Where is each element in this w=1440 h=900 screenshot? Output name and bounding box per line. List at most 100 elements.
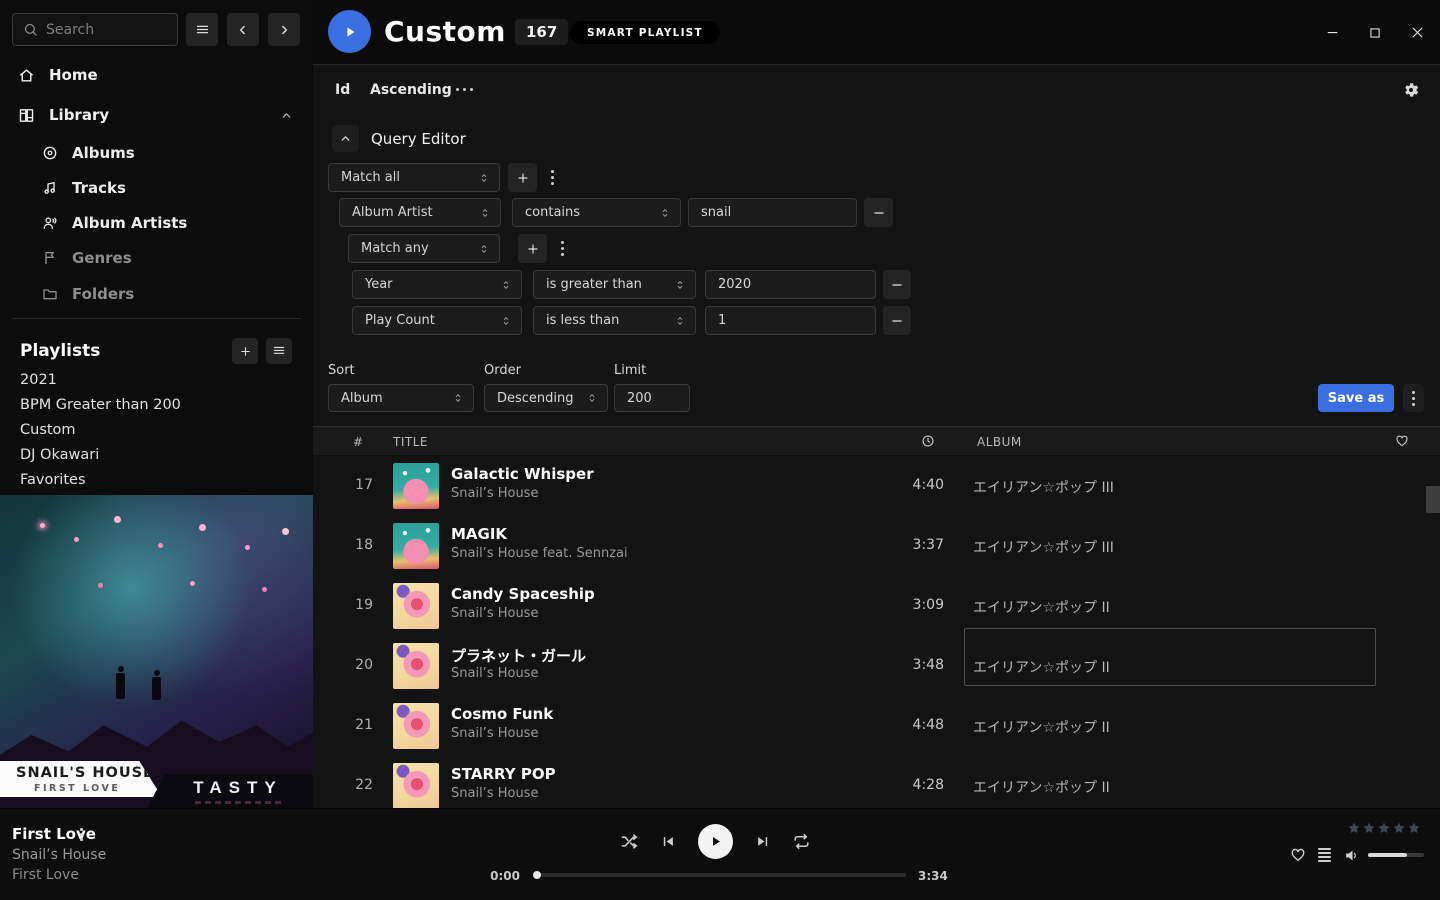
sort-direction-button[interactable]: Ascending <box>370 82 452 98</box>
rule-operator-select[interactable]: contains <box>512 198 681 227</box>
track-row[interactable]: 21 Cosmo Funk Snail’s House 4:48 エイリアン☆ポ… <box>313 696 1440 756</box>
volume-slider[interactable] <box>1368 853 1424 857</box>
add-rule-button[interactable] <box>518 234 547 263</box>
playlist-item[interactable]: BPM Greater than 200 <box>20 397 181 413</box>
track-album[interactable]: エイリアン☆ポップ II <box>973 777 1110 797</box>
sidebar-item-library[interactable]: Library <box>18 106 109 124</box>
now-playing-album[interactable]: First Love <box>12 867 79 883</box>
rule-value-input[interactable] <box>688 198 857 227</box>
maximize-button[interactable] <box>1366 24 1383 41</box>
track-number: 21 <box>341 717 373 733</box>
rule-value-input[interactable] <box>705 306 876 335</box>
query-editor-collapse-button[interactable] <box>332 125 359 152</box>
remove-rule-button[interactable] <box>883 306 911 335</box>
chevron-up-icon[interactable] <box>280 109 293 122</box>
next-track-icon[interactable] <box>755 834 770 849</box>
play-pause-button[interactable] <box>698 824 733 859</box>
sort-field-button[interactable]: Id <box>335 82 350 98</box>
playlist-item[interactable]: Favorites <box>20 472 86 488</box>
rule-operator-select[interactable]: is less than <box>533 306 696 335</box>
playlist-item[interactable]: 2021 <box>20 372 57 388</box>
flag-icon <box>42 250 58 266</box>
minimize-button[interactable] <box>1324 24 1341 41</box>
track-album[interactable]: エイリアン☆ポップ III <box>973 537 1114 557</box>
scrollbar-thumb[interactable] <box>1426 486 1440 513</box>
select-value: Year <box>365 277 393 292</box>
seek-knob[interactable] <box>533 871 541 879</box>
chevron-up-icon <box>339 132 352 145</box>
track-row[interactable]: 22 STARRY POP Snail’s House 4:28 エイリアン☆ポ… <box>313 756 1440 808</box>
shuffle-icon[interactable] <box>620 832 639 851</box>
gear-icon[interactable] <box>1402 81 1420 99</box>
star-icon <box>1377 821 1391 835</box>
previous-track-icon[interactable] <box>661 834 676 849</box>
save-as-button[interactable]: Save as <box>1318 384 1394 412</box>
order-select[interactable]: Descending <box>484 384 608 412</box>
group-menu-icon[interactable] <box>545 163 559 192</box>
track-album[interactable]: エイリアン☆ポップ II <box>973 597 1110 617</box>
column-number[interactable]: # <box>353 435 364 449</box>
remove-rule-button[interactable] <box>883 270 911 299</box>
rule-field-select[interactable]: Year <box>352 270 522 299</box>
sidebar-item-albums[interactable]: Albums <box>42 144 135 162</box>
nav-forward-button[interactable] <box>268 13 300 46</box>
sidebar-item-label: Album Artists <box>72 214 187 232</box>
track-row[interactable]: 18 MAGIK Snail’s House feat. Sennzai 3:3… <box>313 516 1440 576</box>
favorite-heart-icon[interactable] <box>1290 847 1306 863</box>
now-playing-artist[interactable]: Snail’s House <box>12 847 106 863</box>
sort-select[interactable]: Album <box>328 384 474 412</box>
seek-slider[interactable] <box>535 873 906 877</box>
sidebar-item-genres[interactable]: Genres <box>42 249 132 267</box>
sidebar-item-folders[interactable]: Folders <box>42 285 134 303</box>
track-row[interactable]: 17 Galactic Whisper Snail’s House 4:40 エ… <box>313 456 1440 516</box>
rule-field-select[interactable]: Play Count <box>352 306 522 335</box>
column-title[interactable]: TITLE <box>393 435 428 449</box>
rating-stars[interactable] <box>1347 821 1421 835</box>
add-rule-button[interactable] <box>508 163 537 192</box>
nav-back-button[interactable] <box>227 13 259 46</box>
play-playlist-button[interactable] <box>328 10 371 53</box>
remove-rule-button[interactable] <box>864 198 893 227</box>
queue-icon[interactable] <box>1318 848 1331 862</box>
sidebar-item-album-artists[interactable]: Album Artists <box>42 214 187 232</box>
now-playing-menu-icon[interactable] <box>80 828 83 841</box>
track-title: Cosmo Funk <box>451 705 553 723</box>
track-title: MAGIK <box>451 525 507 543</box>
playlist-item[interactable]: Custom <box>20 422 76 438</box>
close-button[interactable] <box>1409 24 1426 41</box>
repeat-icon[interactable] <box>792 832 811 851</box>
save-menu-icon[interactable] <box>1403 384 1424 412</box>
order-label: Order <box>484 363 521 378</box>
add-playlist-button[interactable] <box>232 338 258 364</box>
group-menu-icon[interactable] <box>555 234 569 263</box>
duration-column-clock-icon[interactable] <box>921 434 935 448</box>
titlebar: Custom 167 SMART PLAYLIST <box>313 0 1440 65</box>
home-icon <box>18 67 35 84</box>
sidebar-item-home[interactable]: Home <box>18 66 98 84</box>
search-input[interactable] <box>46 22 156 38</box>
search-box[interactable] <box>12 13 178 46</box>
rule-operator-select[interactable]: is greater than <box>533 270 696 299</box>
volume-icon[interactable] <box>1344 847 1361 864</box>
menu-button[interactable] <box>186 13 218 46</box>
sidebar-item-tracks[interactable]: Tracks <box>42 179 126 197</box>
match-any-select[interactable]: Match any <box>348 234 500 263</box>
now-playing-artwork[interactable]: SNAIL'S HOUSE FIRST LOVE TASTY <box>0 495 313 808</box>
now-playing-title[interactable]: First Love <box>12 825 96 843</box>
more-options-icon[interactable] <box>456 88 473 91</box>
smart-playlist-badge: SMART PLAYLIST <box>570 21 720 44</box>
limit-input[interactable] <box>614 384 690 412</box>
stepper-icon <box>674 315 686 327</box>
play-icon <box>342 24 358 40</box>
column-album[interactable]: ALBUM <box>977 435 1022 449</box>
rule-field-select[interactable]: Album Artist <box>339 198 501 227</box>
track-row[interactable]: 19 Candy Spaceship Snail’s House 3:09 エイ… <box>313 576 1440 636</box>
match-all-select[interactable]: Match all <box>328 163 500 192</box>
track-album[interactable]: エイリアン☆ポップ II <box>973 717 1110 737</box>
favorite-column-heart-icon[interactable] <box>1395 434 1409 448</box>
rule-value-input[interactable] <box>705 270 876 299</box>
playlist-list-button[interactable] <box>266 338 292 364</box>
track-album[interactable]: エイリアン☆ポップ III <box>973 477 1114 497</box>
playlist-item[interactable]: DJ Okawari <box>20 447 99 463</box>
select-value: Album Artist <box>352 205 433 220</box>
